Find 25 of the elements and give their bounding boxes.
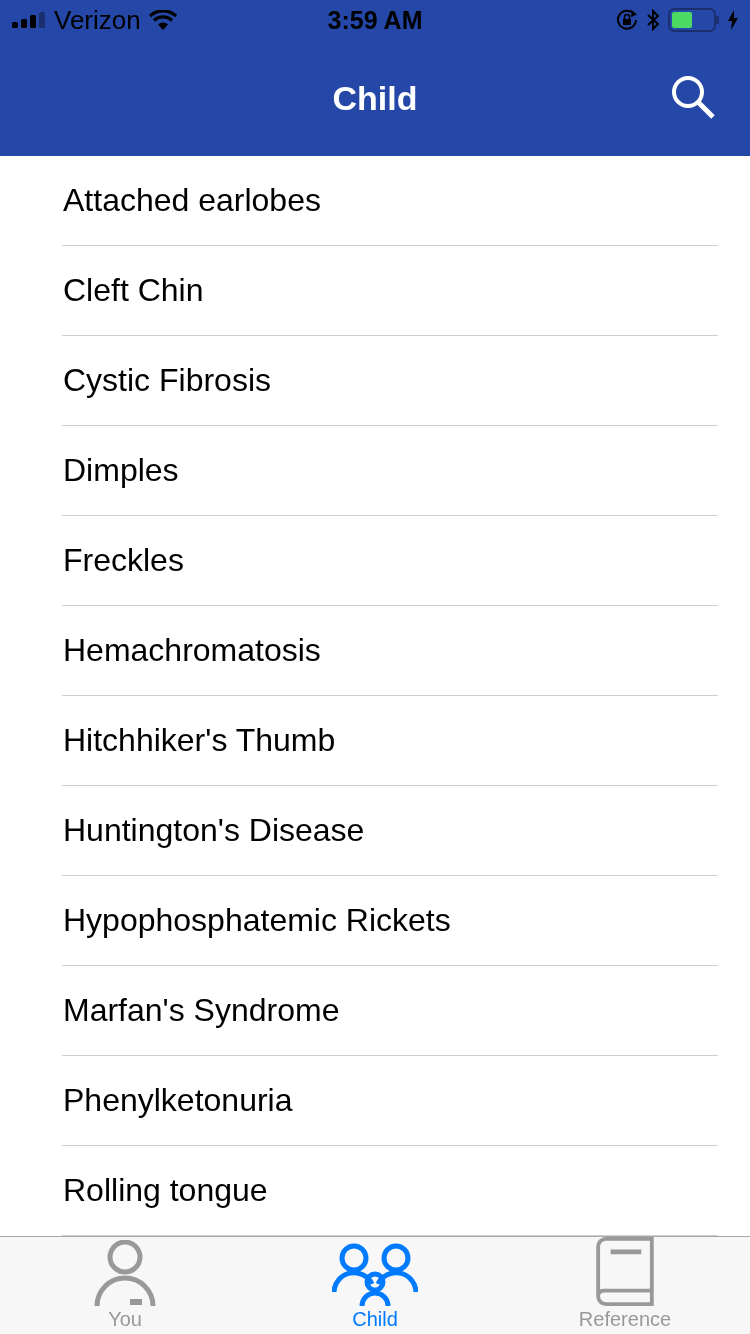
search-icon[interactable] [670,74,716,120]
family-icon [332,1242,418,1306]
list-item[interactable]: Hitchhiker's Thumb [62,696,718,786]
bluetooth-icon [646,9,660,31]
carrier-name: Verizon [54,4,141,36]
list-item[interactable]: Hypophosphatemic Rickets [62,876,718,966]
list-item[interactable]: Cleft Chin [62,246,718,336]
list-item[interactable]: Freckles [62,516,718,606]
list-item[interactable]: Phenylketonuria [62,1056,718,1146]
person-icon [94,1240,156,1306]
signal-icon [12,12,46,28]
rotation-lock-icon [616,9,638,31]
wifi-icon [148,10,177,30]
nav-title: Child [332,78,418,118]
list-item[interactable]: Cystic Fibrosis [62,336,718,426]
list-item[interactable]: Marfan's Syndrome [62,966,718,1056]
tab-item[interactable]: Child [250,1237,500,1334]
list-item[interactable]: Dimples [62,426,718,516]
battery-icon [668,8,720,32]
book-icon [595,1237,655,1306]
list-item[interactable]: Hemachromatosis [62,606,718,696]
charging-icon [728,10,738,30]
list-item[interactable]: Huntington's Disease [62,786,718,876]
status-time: 3:59 AM [327,5,423,35]
list-item[interactable]: Attached earlobes [62,156,718,246]
